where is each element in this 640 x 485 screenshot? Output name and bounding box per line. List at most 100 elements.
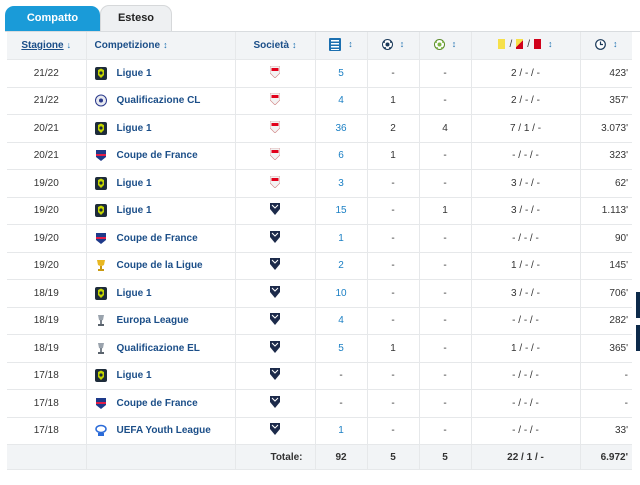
bordeaux-crest-icon[interactable] (269, 258, 281, 273)
tab-compatto[interactable]: Compatto (5, 6, 100, 31)
goals-cell: 1 (366, 87, 419, 115)
competition-cell: UEFA Youth League (85, 417, 235, 445)
bordeaux-crest-icon[interactable] (269, 340, 281, 356)
assists-cell: - (418, 307, 471, 335)
table-row: 19/20 Coupe de France 1- - - / - / -90' (7, 224, 632, 253)
goals-header[interactable]: ↕ (366, 32, 419, 60)
appearances-cell[interactable]: 15 (314, 197, 367, 225)
ligue1-logo-icon[interactable] (94, 369, 107, 383)
cards-cell: 1 / - / - (470, 252, 580, 280)
ligue1-logo-icon[interactable] (94, 286, 107, 300)
competition-cell: Coupe de France (85, 389, 235, 418)
competition-link[interactable]: Coupe de France (117, 233, 198, 244)
ligue1-logo-icon[interactable] (94, 66, 107, 80)
competition-link[interactable]: Qualificazione EL (117, 343, 200, 354)
cards-cell: 7 / 1 / - (470, 114, 580, 143)
appearances-cell[interactable]: 5 (314, 59, 367, 88)
minutes-header[interactable]: ↕ (579, 32, 632, 60)
minutes-cell: - (579, 389, 632, 418)
ligue1-logo-icon[interactable] (94, 176, 107, 190)
appearances-cell[interactable]: 1 (314, 224, 367, 253)
season-cell: 17/18 (7, 389, 86, 418)
competition-link[interactable]: Ligue 1 (117, 288, 152, 299)
competition-link[interactable]: Ligue 1 (117, 68, 152, 79)
bordeaux-crest-icon[interactable] (269, 423, 281, 438)
bordeaux-crest-icon[interactable] (269, 285, 281, 301)
season-header-label: Stagione (21, 40, 64, 51)
competition-link[interactable]: UEFA Youth League (117, 425, 211, 436)
appearances-cell[interactable]: 6 (314, 142, 367, 170)
cards-cell: - / - / - (470, 142, 580, 170)
coupe-de-france-logo-icon[interactable] (95, 397, 107, 410)
competition-link[interactable]: Europa League (117, 315, 189, 326)
club-cell (234, 142, 315, 170)
monaco-crest-icon[interactable] (269, 147, 281, 163)
tab-esteso[interactable]: Esteso (100, 5, 172, 32)
cards-cell: 2 / - / - (470, 59, 580, 88)
assists-cell: - (418, 169, 471, 198)
appearances-cell[interactable]: 10 (314, 279, 367, 308)
competition-link[interactable]: Ligue 1 (117, 123, 152, 134)
bordeaux-crest-icon[interactable] (269, 368, 281, 383)
champions-league-logo-icon[interactable] (94, 94, 107, 107)
sort-icon: ↕ (399, 39, 405, 49)
bordeaux-crest-icon[interactable] (269, 395, 281, 411)
appearances-header[interactable]: ↕ (314, 32, 367, 60)
bordeaux-crest-icon[interactable] (269, 313, 281, 328)
club-header[interactable]: Società ↕ (234, 32, 315, 60)
ligue1-logo-icon[interactable] (94, 121, 107, 135)
club-cell (234, 59, 315, 88)
monaco-crest-icon[interactable] (269, 174, 281, 191)
cards-header[interactable]: / / ↕ (470, 32, 580, 60)
appearances-cell[interactable]: 4 (314, 307, 367, 335)
monaco-crest-icon[interactable] (269, 64, 281, 81)
bordeaux-crest-icon[interactable] (269, 203, 281, 218)
club-cell (234, 417, 315, 445)
cards-cell: - / - / - (470, 389, 580, 418)
season-header[interactable]: Stagione ↓ (7, 32, 86, 60)
competition-header[interactable]: Competizione ↕ (85, 32, 235, 60)
header-row: Stagione ↓ Competizione ↕ Società ↕ ↕ ↕ … (7, 32, 632, 60)
competition-cell: Ligue 1 (85, 169, 235, 198)
minutes-cell: - (579, 362, 632, 390)
table-row: 18/19 Europa League 4- - - / - / -282' (7, 307, 632, 335)
appearances-cell[interactable]: 4 (314, 87, 367, 115)
coupe-de-france-logo-icon[interactable] (95, 232, 107, 245)
competition-link[interactable]: Coupe de la Ligue (117, 260, 203, 271)
competition-link[interactable]: Coupe de France (117, 398, 198, 409)
assists-header[interactable]: ↕ (418, 32, 471, 60)
appearances-cell[interactable]: 36 (314, 114, 367, 143)
sort-icon: ↕ (548, 39, 553, 50)
competition-link[interactable]: Ligue 1 (117, 178, 152, 189)
monaco-crest-icon[interactable] (269, 119, 281, 136)
uefa-youth-league-logo-icon[interactable] (94, 424, 107, 437)
bordeaux-crest-icon[interactable] (269, 230, 281, 246)
competition-link[interactable]: Qualificazione CL (117, 95, 201, 106)
page-edge-strip (636, 292, 640, 318)
minutes-cell: 3.073' (579, 114, 632, 143)
competition-link[interactable]: Coupe de France (117, 150, 198, 161)
coupe-de-france-logo-icon[interactable] (95, 149, 107, 162)
europa-league-logo-icon[interactable] (95, 314, 107, 327)
monaco-crest-icon[interactable] (269, 92, 281, 108)
assists-cell: - (418, 142, 471, 170)
sort-icon: ↕ (163, 40, 168, 50)
competition-cell: Ligue 1 (85, 279, 235, 308)
appearances-cell[interactable]: 2 (314, 252, 367, 280)
goals-cell: - (366, 417, 419, 445)
competition-link[interactable]: Ligue 1 (117, 370, 152, 381)
table-row: 21/22 Ligue 15--2 / - / -423' (7, 59, 632, 88)
cards-cell: 3 / - / - (470, 279, 580, 308)
goals-cell: - (366, 197, 419, 225)
appearances-cell[interactable]: 3 (314, 169, 367, 198)
second-yellow-card-icon (516, 39, 524, 50)
europa-league-logo-icon[interactable] (95, 342, 107, 355)
coupe-de-la-ligue-logo-icon[interactable] (95, 259, 107, 272)
ligue1-logo-icon[interactable] (94, 204, 107, 218)
appearances-cell[interactable]: 5 (314, 334, 367, 363)
season-cell: 19/20 (7, 224, 86, 253)
assists-cell: - (418, 59, 471, 88)
appearances-cell[interactable]: 1 (314, 417, 367, 445)
assists-cell: - (418, 87, 471, 115)
competition-link[interactable]: Ligue 1 (117, 205, 152, 216)
